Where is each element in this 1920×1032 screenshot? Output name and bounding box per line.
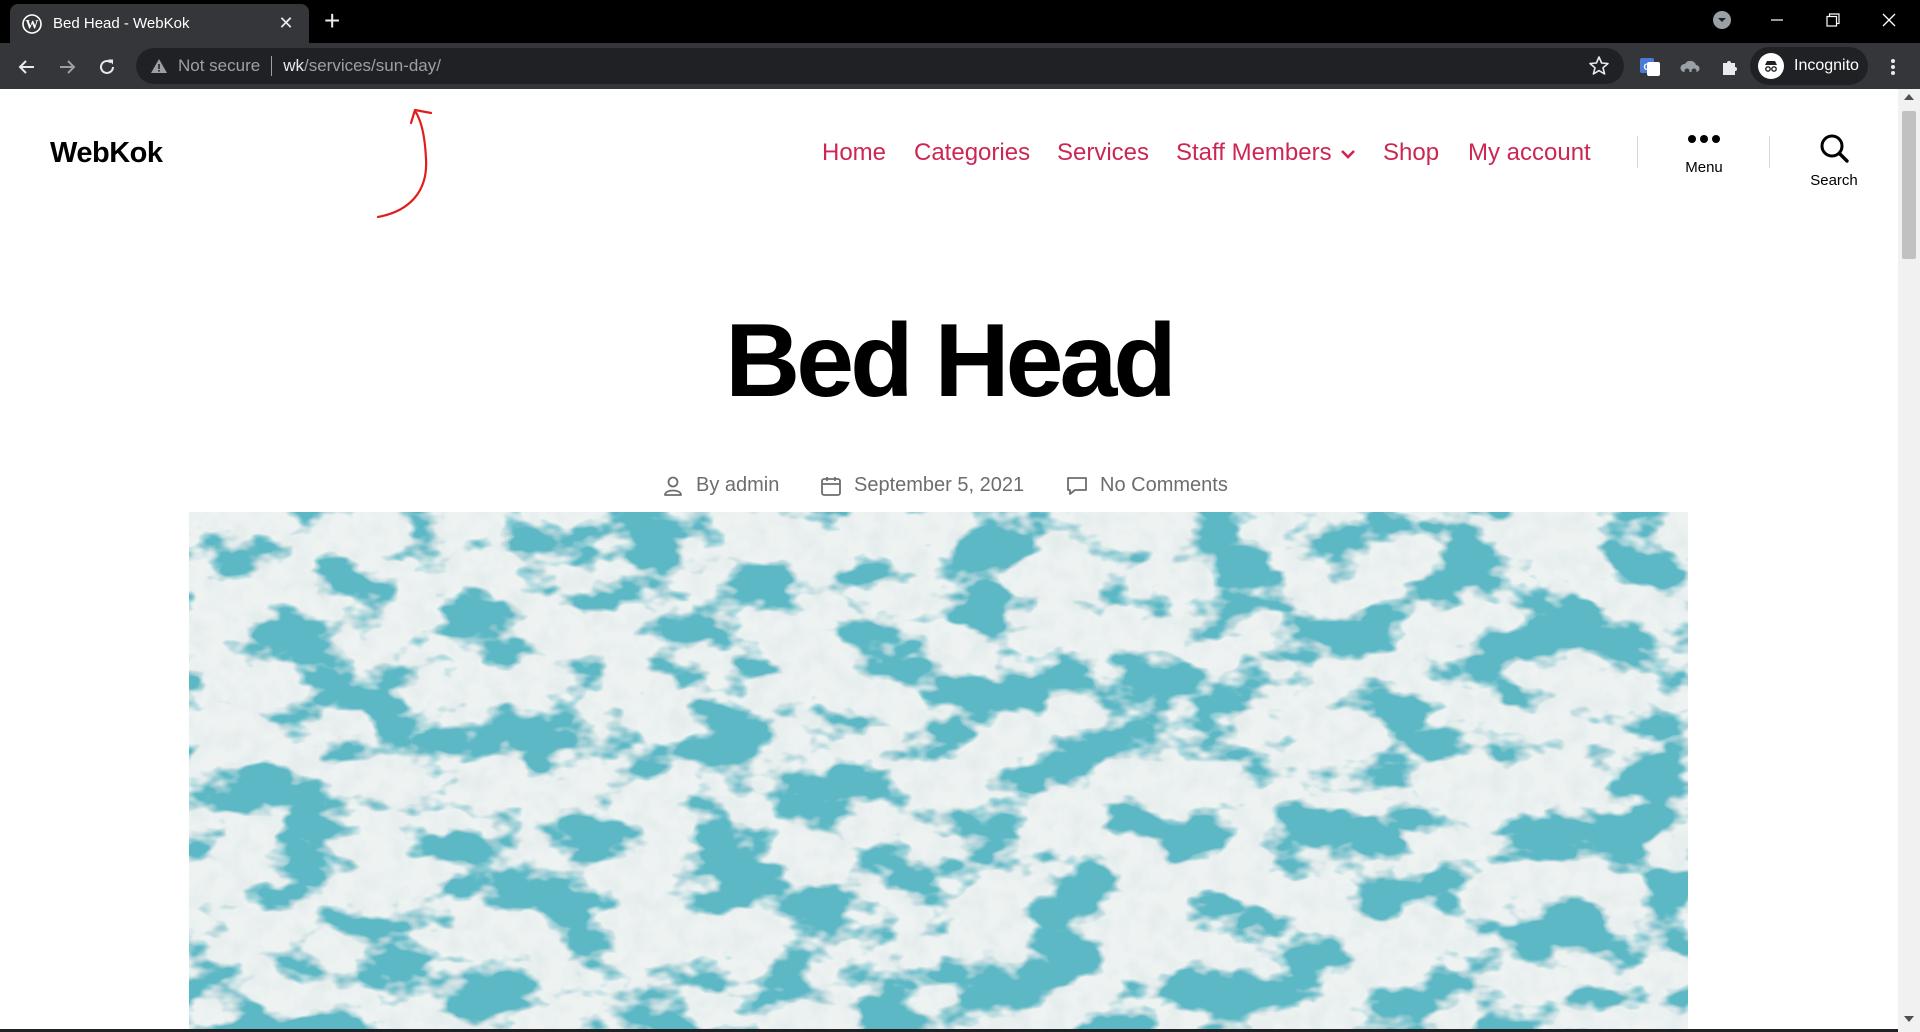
address-bar[interactable]: Not secure wk/services/sun-day/ xyxy=(136,48,1624,84)
close-window-icon[interactable] xyxy=(1861,0,1917,40)
scroll-down-icon[interactable] xyxy=(1904,1016,1914,1022)
scrollbar-thumb[interactable] xyxy=(1902,111,1916,259)
menu-label: Menu xyxy=(1685,159,1723,176)
annotation-arrow xyxy=(376,108,433,219)
post-author: By admin xyxy=(662,474,779,497)
chevron-down-icon[interactable] xyxy=(1340,148,1356,160)
menu-toggle[interactable]: Menu xyxy=(1664,132,1744,176)
dots-icon xyxy=(1688,135,1720,143)
scroll-up-icon[interactable] xyxy=(1904,94,1914,100)
post-meta: By admin September 5, 2021 No Comments xyxy=(0,474,1898,504)
bookmark-star-icon[interactable] xyxy=(1588,55,1610,77)
comments-link[interactable]: No Comments xyxy=(1100,474,1228,497)
tab-title: Bed Head - WebKok xyxy=(53,15,190,32)
restore-icon[interactable] xyxy=(1805,0,1861,40)
tab-search-icon[interactable] xyxy=(1694,0,1750,40)
calendar-icon xyxy=(821,476,841,496)
url-separator xyxy=(271,56,273,76)
svg-text:W: W xyxy=(26,16,39,31)
search-label: Search xyxy=(1810,172,1858,189)
browser-menu-icon[interactable] xyxy=(1880,54,1906,80)
date-link[interactable]: September 5, 2021 xyxy=(854,474,1024,497)
comment-icon xyxy=(1067,476,1087,495)
tab-close-icon[interactable]: ✕ xyxy=(275,13,297,34)
nav-staff-members-label: Staff Members xyxy=(1176,139,1332,166)
extensions-puzzle-icon[interactable] xyxy=(1717,54,1743,80)
browser-tab[interactable]: W Bed Head - WebKok ✕ xyxy=(10,4,309,43)
forward-icon[interactable] xyxy=(54,54,80,80)
back-icon[interactable] xyxy=(14,54,40,80)
minimize-icon[interactable] xyxy=(1749,0,1805,40)
url-host: wk xyxy=(283,56,304,75)
nav-shop[interactable]: Shop xyxy=(1383,139,1439,167)
user-icon xyxy=(664,476,682,496)
search-icon xyxy=(1820,134,1849,163)
site-title[interactable]: WebKok xyxy=(50,137,163,170)
incognito-label: Incognito xyxy=(1794,57,1859,74)
warning-icon xyxy=(151,59,167,73)
nav-my-account[interactable]: My account xyxy=(1468,139,1591,167)
featured-image xyxy=(189,512,1688,1032)
tab-strip: W Bed Head - WebKok ✕ + xyxy=(0,0,1920,43)
security-label[interactable]: Not secure xyxy=(178,56,260,76)
wordpress-icon: W xyxy=(22,13,42,34)
new-tab-icon[interactable]: + xyxy=(324,6,340,36)
incognito-icon xyxy=(1758,53,1784,79)
author-link[interactable]: By admin xyxy=(696,474,779,497)
nav-categories[interactable]: Categories xyxy=(914,139,1030,167)
svg-text:G: G xyxy=(1643,62,1650,72)
browser-toolbar: Not secure wk/services/sun-day/ G Incogn… xyxy=(0,43,1920,89)
incognito-badge[interactable]: Incognito xyxy=(1750,47,1868,85)
nav-services[interactable]: Services xyxy=(1057,139,1149,167)
url-path: /services/sun-day/ xyxy=(303,56,441,75)
nav-divider xyxy=(1637,136,1638,168)
reload-icon[interactable] xyxy=(94,54,120,80)
nav-divider xyxy=(1769,136,1770,168)
post-title: Bed Head xyxy=(725,303,1177,419)
post-comments: No Comments xyxy=(1066,474,1228,497)
extension-cloud-icon[interactable] xyxy=(1677,54,1703,80)
nav-home[interactable]: Home xyxy=(822,139,886,167)
search-toggle[interactable]: Search xyxy=(1794,132,1874,189)
post-date: September 5, 2021 xyxy=(820,474,1024,497)
nav-staff-members[interactable]: Staff Members xyxy=(1176,139,1356,167)
translate-extension-icon[interactable]: G xyxy=(1637,54,1663,80)
